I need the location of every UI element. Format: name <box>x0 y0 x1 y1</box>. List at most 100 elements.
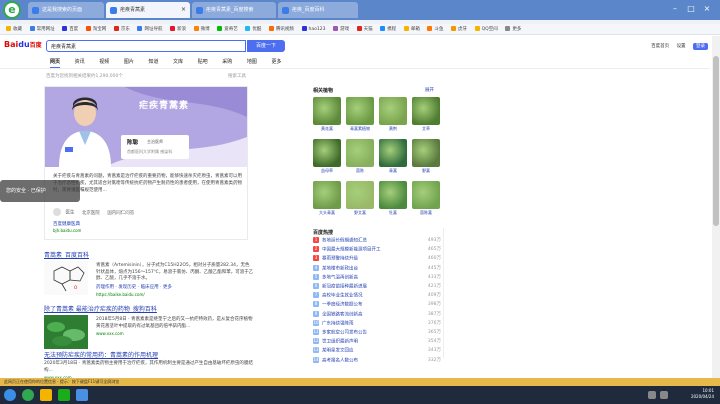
plant-thumbnail[interactable] <box>313 181 341 209</box>
close-window-icon[interactable]: × <box>700 2 714 16</box>
plant-thumbnail[interactable] <box>44 315 88 349</box>
minimize-icon[interactable]: – <box>668 2 682 16</box>
tab-3[interactable]: 疟疾青蒿素_百度搜索 <box>192 2 276 18</box>
hot-search-item[interactable]: 10 广东持续强降雨 376万 <box>313 319 441 328</box>
browser-taskbar-icon[interactable] <box>22 389 34 401</box>
search-button[interactable]: 百度一下 <box>247 40 285 52</box>
bookmark-item[interactable]: hao123 <box>301 24 325 34</box>
bookmark-item[interactable]: 常用网址 <box>29 24 55 34</box>
hot-search-item[interactable]: 5 多地气温再创新高 433万 <box>313 273 441 282</box>
card-source-link[interactable]: 百度健康医典 <box>53 221 80 227</box>
bookmark-item[interactable]: 优酷 <box>245 24 261 34</box>
hot-search-item[interactable]: 2 中国最大规模新能源项目开工 465万 <box>313 246 441 254</box>
plant-label[interactable]: 黄花蒿 <box>312 126 342 132</box>
start-icon[interactable] <box>4 389 16 401</box>
plant-label[interactable]: 野艾蒿 <box>345 210 375 216</box>
bookmark-item[interactable]: 百度 <box>62 24 78 34</box>
tab-2[interactable]: 疟疾青蒿素 × <box>106 2 190 18</box>
result-title-link[interactable]: 无法预防疟疾的常用药：青蒿素的作用机理 <box>44 350 254 359</box>
expand-link[interactable]: 展开 <box>425 87 434 93</box>
plant-thumbnail[interactable] <box>379 97 407 125</box>
tab-1[interactable]: 这是我搜索的页面 <box>28 2 104 18</box>
plant-thumbnail[interactable] <box>412 139 440 167</box>
plant-thumbnail[interactable] <box>346 139 374 167</box>
bookmark-item[interactable]: 京东 <box>113 24 130 34</box>
plant-label[interactable]: 青蒿素植物 <box>345 126 375 132</box>
bookmark-item[interactable]: 虎牙 <box>451 24 467 34</box>
bookmark-item[interactable]: 收藏 <box>6 24 22 34</box>
tab-more[interactable]: 更多 <box>271 58 281 67</box>
bookmark-item[interactable]: 微博 <box>193 24 210 34</box>
plant-thumbnail[interactable] <box>346 181 374 209</box>
plant-thumbnail[interactable] <box>313 139 341 167</box>
plant-label[interactable]: 牡蒿 <box>378 210 408 216</box>
bookmark-item[interactable]: 腾讯视频 <box>268 24 294 34</box>
plant-thumbnail[interactable] <box>379 181 407 209</box>
plant-label[interactable]: 青蒿 <box>378 168 408 174</box>
home-link[interactable]: 百度首页 <box>651 44 669 49</box>
bookmark-item[interactable]: 更多 <box>505 24 521 34</box>
system-clock[interactable]: 10:01 2020/04/24 <box>691 388 714 400</box>
bookmark-item[interactable]: 斗鱼 <box>427 24 443 34</box>
plant-thumbnail[interactable] <box>379 139 407 167</box>
bookmark-item[interactable]: QQ空间 <box>474 24 498 34</box>
scrollbar-thumb[interactable] <box>713 56 719 226</box>
search-box[interactable] <box>46 40 246 52</box>
bookmark-item[interactable]: 网址导航 <box>137 24 162 34</box>
plant-thumbnail[interactable] <box>412 181 440 209</box>
page-scrollbar[interactable] <box>712 36 720 378</box>
tab-zhidao[interactable]: 知道 <box>148 58 158 67</box>
bookmark-item[interactable]: 淘宝网 <box>85 24 106 34</box>
close-tab-icon[interactable]: × <box>181 2 186 18</box>
hot-search-item[interactable]: 12 世卫组织最新声明 354万 <box>313 338 441 346</box>
tab-tieba[interactable]: 贴吧 <box>198 58 208 67</box>
result-sublinks[interactable]: 药理作用 · 发现历史 · 临床应用 · 更多 <box>96 285 254 292</box>
bookmark-item[interactable]: 爱奇艺 <box>217 24 238 34</box>
wechat-icon[interactable] <box>58 389 70 401</box>
result-title-link[interactable]: 除了青蒿素 最能治疗疟疾的药物_搜狗百科 <box>44 304 254 313</box>
result-title-link[interactable]: 青蒿素_百度百科 <box>44 250 254 259</box>
search-input[interactable] <box>47 41 237 51</box>
tab-video[interactable]: 视频 <box>99 58 109 67</box>
plant-label[interactable]: 艾草 <box>411 126 441 132</box>
plant-label[interactable]: 茵陈 <box>345 168 375 174</box>
hot-search-item[interactable]: 11 多家航空公司发布公告 365万 <box>313 329 441 337</box>
hot-search-item[interactable]: 1 各地延长假期通知汇总 493万 <box>313 237 441 245</box>
tab-map[interactable]: 地图 <box>247 58 257 67</box>
molecule-thumbnail[interactable]: O <box>44 261 88 295</box>
bookmark-item[interactable]: 携程 <box>380 24 396 34</box>
plant-label[interactable]: 茵陈蒿 <box>411 210 441 216</box>
maximize-icon[interactable]: □ <box>684 2 698 16</box>
hot-search-item[interactable]: 3 暴雨预警持续升级 460万 <box>313 255 441 263</box>
bookmark-item[interactable]: 游戏 <box>333 24 349 34</box>
hot-search-item[interactable]: 9 全国铁路客流创新高 387万 <box>313 310 441 319</box>
plant-thumbnail[interactable] <box>346 97 374 125</box>
hot-search-item[interactable]: 14 高考报名人数公布 332万 <box>313 356 441 365</box>
volume-icon[interactable] <box>660 391 668 399</box>
folder-icon[interactable] <box>40 389 52 401</box>
chat-icon[interactable] <box>76 389 88 401</box>
hot-search-item[interactable]: 6 新冠疫苗接种最新进展 421万 <box>313 283 441 291</box>
health-card[interactable]: 疟疾青蒿素 陈聪 主治医师 首都医科大学附属 感染科 关于疟疾与青蒿素的问题，青… <box>44 86 248 240</box>
settings-link[interactable]: 设置 <box>677 44 686 49</box>
login-link[interactable]: 登录 <box>693 43 708 50</box>
bookmark-item[interactable]: 天猫 <box>356 24 373 34</box>
plant-thumbnail[interactable] <box>412 97 440 125</box>
hot-search-item[interactable]: 4 某地楼市新政出台 445万 <box>313 264 441 273</box>
tab-wenku[interactable]: 文库 <box>173 58 183 67</box>
plant-label[interactable]: 黄荆 <box>378 126 408 132</box>
plant-thumbnail[interactable] <box>313 97 341 125</box>
bookmark-item[interactable]: 邮箱 <box>403 24 420 34</box>
plant-label[interactable]: 大头青蒿 <box>312 210 342 216</box>
tab-purchase[interactable]: 采购 <box>222 58 232 67</box>
hot-search-item[interactable]: 7 高校毕业生就业情况 409万 <box>313 292 441 300</box>
hot-search-item[interactable]: 13 某明星发文回应 343万 <box>313 347 441 355</box>
baidu-logo[interactable]: Baidu百度 <box>4 40 42 49</box>
tab-news[interactable]: 资讯 <box>75 58 85 67</box>
search-tools-link[interactable]: 搜索工具 <box>228 73 246 79</box>
network-icon[interactable] <box>648 391 656 399</box>
browser-logo-icon[interactable]: e <box>3 1 21 19</box>
hot-search-item[interactable]: 8 一季度经济数据公布 398万 <box>313 301 441 309</box>
plant-label[interactable]: 益母草 <box>312 168 342 174</box>
plant-label[interactable]: 野蒿 <box>411 168 441 174</box>
